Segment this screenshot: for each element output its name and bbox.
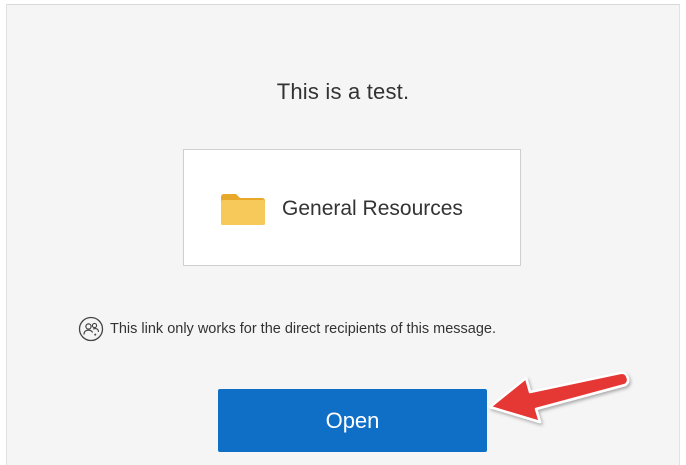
message-text: This is a test.	[276, 79, 410, 104]
folder-icon	[221, 194, 265, 225]
shared-folder-name: General Resources	[282, 197, 463, 220]
people-icon	[78, 316, 104, 342]
shared-folder-tile[interactable]: General Resources	[183, 149, 521, 266]
recipients-notice-text: This link only works for the direct reci…	[110, 321, 497, 337]
red-arrow-pointer	[488, 371, 630, 424]
open-button[interactable]: Open	[218, 389, 487, 452]
recipients-notice: This link only works for the direct reci…	[78, 316, 496, 342]
